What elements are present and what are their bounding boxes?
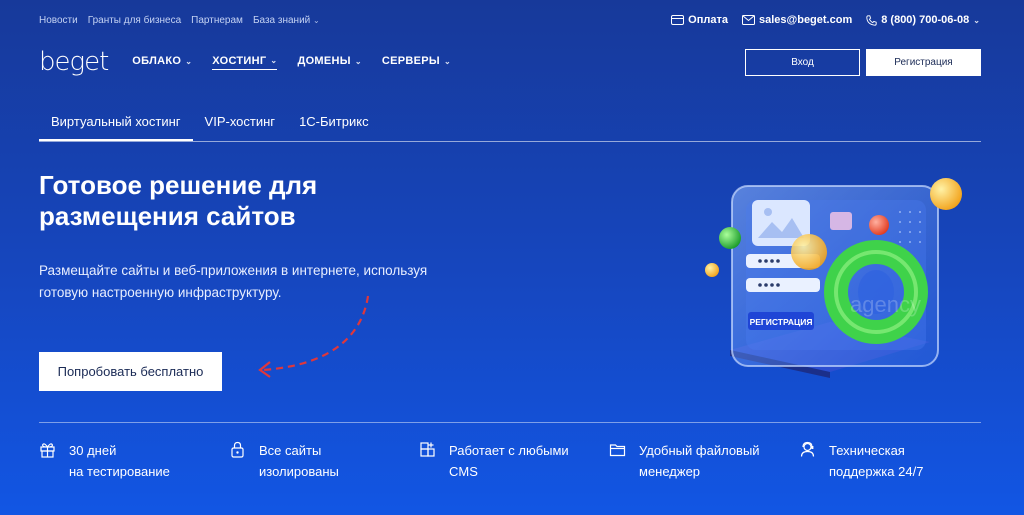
nav-item-label: ОБЛАКО (132, 55, 182, 67)
hero-title-line-1: Готовое решение для (39, 170, 318, 200)
nav-item-label: ХОСТИНГ (212, 54, 267, 67)
register-button[interactable]: Регистрация (866, 49, 981, 76)
feature-isolated: Все сайты изолированы (229, 440, 419, 482)
feature-file-manager: Удобный файловый менеджер (609, 440, 799, 482)
feature-trial: 30 дней на тестирование (39, 440, 229, 482)
phone-icon (866, 14, 877, 26)
illustration-register-label: РЕГИСТРАЦИЯ (750, 317, 813, 327)
main-nav: beget ОБЛАКО ⌄ ХОСТИНГ ⌄ ДОМЕНЫ ⌄ СЕРВЕРЫ ⌄ (39, 45, 451, 79)
nav-item-hosting[interactable]: ХОСТИНГ ⌄ (212, 54, 278, 70)
logo[interactable]: beget (39, 47, 109, 77)
hero-title: Готовое решение для размещения сайтов (39, 170, 459, 232)
dashed-arrow-icon (258, 295, 370, 378)
folder-icon (609, 444, 626, 457)
tab-virtual-hosting[interactable]: Виртуальный хостинг (39, 106, 193, 141)
nav-item-domains[interactable]: ДОМЕНЫ ⌄ (297, 55, 361, 70)
phone-link[interactable]: 8 (800) 700-06-08 ⌄ (866, 14, 980, 26)
hero-subtitle-line-1: Размещайте сайты и веб-приложения в инте… (39, 263, 428, 278)
hosting-illustration: РЕГИСТРАЦИЯ agency (705, 178, 962, 378)
main-menu: ОБЛАКО ⌄ ХОСТИНГ ⌄ ДОМЕНЫ ⌄ СЕРВЕРЫ ⌄ (132, 55, 451, 70)
email-label: sales@beget.com (758, 14, 853, 26)
feature-support: Техническая поддержка 24/7 (799, 440, 989, 482)
top-links: Новости Гранты для бизнеса Партнерам Баз… (39, 15, 320, 26)
chevron-down-icon: ⌄ (185, 56, 193, 66)
illustration-watermark: agency (850, 292, 921, 317)
feature-line-1: Все сайты (259, 443, 322, 458)
features-divider (39, 422, 981, 423)
try-free-button[interactable]: Попробовать бесплатно (39, 352, 222, 391)
nav-item-label: СЕРВЕРЫ (381, 55, 440, 67)
feature-text: 30 дней на тестирование (69, 440, 170, 482)
feature-line-2: поддержка 24/7 (829, 464, 924, 479)
feature-text: Удобный файловый менеджер (639, 440, 760, 482)
top-bar: Новости Гранты для бизнеса Партнерам Баз… (39, 8, 980, 32)
blocks-icon (420, 442, 435, 457)
feature-line-2: менеджер (639, 464, 701, 479)
hero-title-line-2: размещения сайтов (39, 201, 296, 231)
top-link-partners[interactable]: Партнерам (191, 15, 243, 26)
phone-label: 8 (800) 700-06-08 (881, 14, 970, 26)
nav-item-servers[interactable]: СЕРВЕРЫ ⌄ (382, 55, 451, 70)
feature-line-1: Работает с любыми (449, 443, 569, 458)
card-icon (671, 15, 685, 25)
nav-item-label: ДОМЕНЫ (297, 55, 351, 67)
chevron-down-icon: ⌄ (973, 15, 980, 25)
feature-line-1: Техническая (829, 443, 905, 458)
hero-subtitle-line-2: готовую настроенную инфраструктуру. (39, 285, 282, 300)
feature-line-2: CMS (449, 464, 478, 479)
payment-link[interactable]: Оплата (671, 14, 728, 26)
email-link[interactable]: sales@beget.com (741, 14, 853, 26)
mail-icon (741, 15, 755, 25)
payment-label: Оплата (688, 14, 728, 26)
hosting-tabs: Виртуальный хостинг VIP-хостинг 1С-Битри… (39, 106, 981, 142)
top-link-news[interactable]: Новости (39, 15, 78, 26)
feature-line-2: на тестирование (69, 464, 170, 479)
chevron-down-icon: ⌄ (443, 56, 451, 66)
login-button[interactable]: Вход (745, 49, 860, 76)
gift-icon (40, 443, 55, 458)
lock-icon (231, 441, 244, 458)
feature-line-1: 30 дней (69, 443, 117, 458)
feature-text: Работает с любыми CMS (449, 440, 569, 482)
nav-item-cloud[interactable]: ОБЛАКО ⌄ (132, 55, 192, 70)
features-list: 30 дней на тестирование Все сайты изолиров… (39, 440, 989, 482)
top-link-grants[interactable]: Гранты для бизнеса (88, 15, 181, 26)
chevron-down-icon: ⌄ (270, 56, 278, 65)
feature-line-1: Удобный файловый (639, 443, 760, 458)
top-link-knowledge-base-label: База знаний (252, 14, 311, 26)
support-icon (800, 441, 815, 457)
top-link-knowledge-base[interactable]: База знаний ⌄ (253, 15, 320, 26)
feature-cms: Работает с любыми CMS (419, 440, 609, 482)
feature-text: Все сайты изолированы (259, 440, 339, 482)
top-contacts: Оплата sales@beget.com 8 (800) 700-06-08… (671, 14, 980, 26)
chevron-down-icon: ⌄ (354, 56, 362, 66)
feature-text: Техническая поддержка 24/7 (829, 440, 923, 482)
feature-line-2: изолированы (259, 464, 339, 479)
tab-1c-bitrix[interactable]: 1С-Битрикс (287, 106, 381, 141)
chevron-down-icon: ⌄ (313, 15, 320, 25)
tab-vip-hosting[interactable]: VIP-хостинг (193, 106, 288, 141)
